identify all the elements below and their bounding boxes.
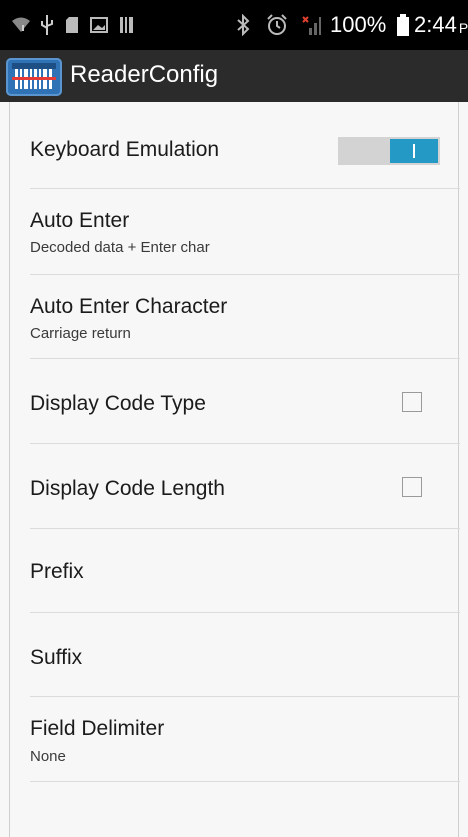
setting-title: Display Code Length: [30, 477, 225, 500]
setting-keyboard-emulation[interactable]: Keyboard Emulation: [30, 102, 460, 189]
action-bar: ReaderConfig: [0, 50, 468, 102]
wifi-icon: [8, 0, 34, 50]
list-left-edge: [9, 102, 10, 837]
setting-field-delimiter[interactable]: Field Delimiter None: [30, 697, 460, 782]
usb-icon: [36, 0, 58, 50]
clock: 2:44PM: [414, 0, 468, 50]
battery-percent: 100%: [330, 12, 387, 37]
bluetooth-icon: [232, 0, 254, 50]
setting-display-code-type[interactable]: Display Code Type: [30, 359, 460, 444]
sd-card-icon: [62, 0, 82, 50]
setting-title: Display Code Type: [30, 392, 206, 415]
setting-summary: Carriage return: [30, 325, 131, 342]
setting-title: Field Delimiter: [30, 717, 165, 740]
setting-prefix[interactable]: Prefix: [30, 529, 460, 613]
display-code-type-checkbox[interactable]: [402, 392, 422, 412]
status-bar: 100% 2:44PM: [0, 0, 468, 50]
setting-suffix[interactable]: Suffix: [30, 613, 460, 697]
barcode-icon: [116, 0, 138, 50]
barcode-reader-icon: [6, 58, 62, 96]
setting-display-code-length[interactable]: Display Code Length: [30, 444, 460, 529]
display-code-length-checkbox[interactable]: [402, 477, 422, 497]
setting-title: Auto Enter: [30, 209, 130, 232]
setting-title: Keyboard Emulation: [30, 138, 220, 161]
setting-auto-enter[interactable]: Auto Enter Decoded data + Enter char: [30, 189, 460, 275]
setting-auto-enter-character[interactable]: Auto Enter Character Carriage return: [30, 275, 460, 359]
battery-full-icon: [396, 0, 410, 50]
no-signal-icon: [298, 0, 324, 50]
clock-ampm: PM: [458, 20, 468, 36]
app-title: ReaderConfig: [70, 61, 219, 88]
clock-time: 2:44: [414, 12, 457, 37]
setting-title: Auto Enter Character: [30, 295, 228, 318]
toggle-thumb: [390, 139, 438, 163]
setting-summary: Decoded data + Enter char: [30, 239, 210, 256]
setting-title: Prefix: [30, 560, 84, 583]
image-icon: [88, 0, 110, 50]
toggle-on-indicator: [413, 144, 415, 158]
keyboard-emulation-toggle[interactable]: [338, 137, 440, 165]
setting-title: Suffix: [30, 646, 83, 669]
alarm-icon: [264, 0, 290, 50]
setting-summary: None: [30, 748, 66, 765]
